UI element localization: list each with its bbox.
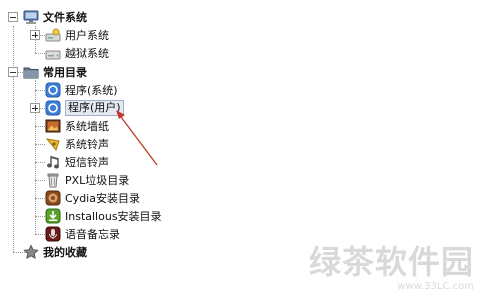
tree-line: [13, 26, 14, 252]
tree-node-installous[interactable]: Installous安装目录: [45, 207, 162, 225]
cydia-icon: [45, 190, 61, 206]
node-label: 我的收藏: [43, 246, 87, 259]
tree-line: [35, 126, 45, 127]
node-label: Cydia安装目录: [65, 192, 140, 205]
music-note-icon: [45, 154, 61, 170]
tree-line: [35, 180, 45, 181]
computer-icon: [23, 9, 39, 25]
tree-node-ringtones[interactable]: 系统铃声: [45, 135, 109, 153]
tree-node-sms-tones[interactable]: 短信铃声: [45, 153, 109, 171]
tree-node-user-system[interactable]: 用户系统: [45, 26, 109, 44]
watermark: 绿茶软件园 www.33LC.com: [309, 237, 474, 292]
tree-line: [35, 90, 45, 91]
tree-line: [35, 162, 45, 163]
expand-toggle[interactable]: [30, 103, 40, 113]
app-user-icon: [45, 100, 61, 116]
tree-node-voice-memos[interactable]: 语音备忘录: [45, 225, 120, 243]
tree-line: [35, 53, 45, 54]
expand-toggle[interactable]: [30, 30, 40, 40]
tree-node-wallpaper[interactable]: 系统墙纸: [45, 117, 109, 135]
voice-memo-icon: [45, 226, 61, 242]
tree-line: [35, 216, 45, 217]
node-label: 文件系统: [43, 11, 87, 24]
collapse-toggle[interactable]: [8, 67, 18, 77]
tree-node-cydia[interactable]: Cydia安装目录: [45, 189, 140, 207]
node-label: Installous安装目录: [65, 210, 162, 223]
node-label: 用户系统: [65, 29, 109, 42]
tree-line: [35, 198, 45, 199]
node-label: 系统铃声: [65, 138, 109, 151]
user-drive-icon: [45, 27, 61, 43]
tree-line: [35, 144, 45, 145]
node-label: 常用目录: [43, 66, 87, 79]
tree-node-jailbreak-system[interactable]: 越狱系统: [45, 44, 109, 62]
installous-icon: [45, 208, 61, 224]
node-label: 语音备忘录: [65, 228, 120, 241]
tree-node-favorites[interactable]: 我的收藏: [23, 243, 87, 261]
tree-node-apps-system[interactable]: 程序(系统): [45, 81, 118, 99]
tree-node-filesystem[interactable]: 文件系统: [23, 8, 87, 26]
tree-line: [35, 234, 45, 235]
node-label: PXL垃圾目录: [65, 174, 130, 187]
node-label: 程序(系统): [65, 84, 118, 97]
wallpaper-icon: [45, 118, 61, 134]
ringtone-icon: [45, 136, 61, 152]
node-label: 系统墙纸: [65, 120, 109, 133]
node-label: 程序(用户): [65, 100, 124, 116]
drive-icon: [45, 45, 61, 61]
tree-node-common-dirs[interactable]: 常用目录: [23, 63, 87, 81]
folder-icon: [23, 64, 39, 80]
trash-icon: [45, 172, 61, 188]
tree-node-pxl-trash[interactable]: PXL垃圾目录: [45, 171, 129, 189]
node-label: 短信铃声: [65, 156, 109, 169]
watermark-text: 绿茶软件园: [308, 243, 474, 281]
tree-node-apps-user[interactable]: 程序(用户): [45, 99, 124, 117]
app-system-icon: [45, 82, 61, 98]
star-icon: [23, 244, 39, 260]
node-label: 越狱系统: [65, 47, 109, 60]
collapse-toggle[interactable]: [8, 12, 18, 22]
